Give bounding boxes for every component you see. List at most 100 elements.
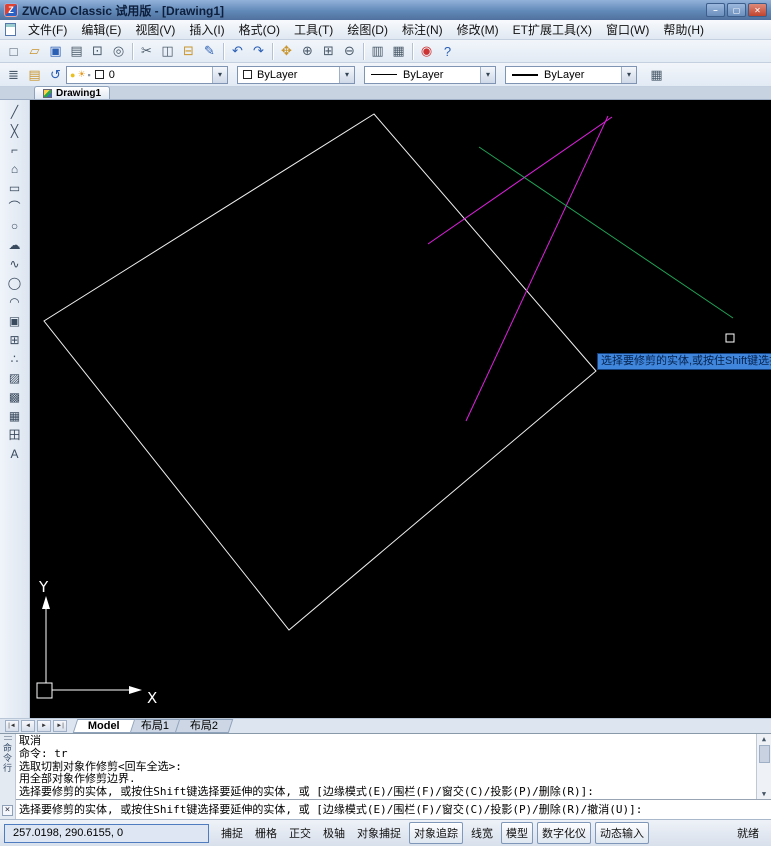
cut-icon[interactable]: ✂ [136, 42, 157, 61]
toggle-polar[interactable]: 极轴 [319, 823, 349, 843]
toggle-lineweight[interactable]: 线宽 [467, 823, 497, 843]
drawing-canvas[interactable]: YX 选择要修剪的实体,或按住Shift键选择要 [30, 100, 771, 718]
menu-draw[interactable]: 绘图(D) [340, 19, 395, 40]
print-preview-icon[interactable]: ⊡ [87, 42, 108, 61]
line-icon[interactable]: ╱ [3, 102, 27, 121]
chevron-down-icon[interactable]: ▾ [621, 67, 636, 83]
tab-model[interactable]: Model [73, 719, 135, 733]
paste-icon[interactable]: ⊟ [178, 42, 199, 61]
new-icon[interactable]: □ [3, 42, 24, 61]
menu-tools[interactable]: 工具(T) [287, 19, 340, 40]
arc-icon[interactable]: ⌒ [3, 197, 27, 216]
find-icon[interactable]: ◎ [108, 42, 129, 61]
region-icon[interactable]: ▦ [3, 406, 27, 425]
lineweight-settings-icon[interactable]: ▦ [646, 65, 667, 84]
construction-line-icon[interactable]: ╳ [3, 121, 27, 140]
zoom-previous-icon[interactable]: ⊖ [339, 42, 360, 61]
document-icon[interactable] [5, 23, 16, 36]
undo-icon[interactable]: ↶ [227, 42, 248, 61]
toggle-dyn-input[interactable]: 动态输入 [595, 822, 649, 844]
online-icon[interactable]: ◉ [416, 42, 437, 61]
design-center-icon[interactable]: ▦ [388, 42, 409, 61]
command-panel-titlebar[interactable]: 命令行 × [0, 734, 16, 819]
ellipse-icon[interactable]: ◯ [3, 273, 27, 292]
close-icon[interactable]: × [2, 805, 13, 816]
zoom-realtime-icon[interactable]: ⊕ [297, 42, 318, 61]
maximize-button[interactable]: ▢ [727, 3, 746, 17]
properties-icon[interactable]: ▥ [367, 42, 388, 61]
lineweight-value: ByLayer [544, 69, 584, 81]
menu-et-tools[interactable]: ET扩展工具(X) [506, 19, 599, 40]
menu-modify[interactable]: 修改(M) [450, 19, 506, 40]
make-block-icon[interactable]: ⊞ [3, 330, 27, 349]
gradient-icon[interactable]: ▩ [3, 387, 27, 406]
drag-grip-icon[interactable] [4, 736, 12, 740]
menu-edit[interactable]: 编辑(E) [74, 19, 128, 40]
linetype-dropdown[interactable]: ByLayer ▾ [364, 66, 496, 84]
zoom-window-icon[interactable]: ⊞ [318, 42, 339, 61]
menu-file[interactable]: 文件(F) [21, 19, 74, 40]
layer-previous-icon[interactable]: ↺ [45, 65, 66, 84]
tab-scroll-last[interactable]: ►| [53, 720, 67, 732]
layer-properties-icon[interactable]: ≣ [3, 65, 24, 84]
rectangle-icon[interactable]: ▭ [3, 178, 27, 197]
table-icon[interactable]: 田 [3, 425, 27, 444]
menu-window[interactable]: 窗口(W) [599, 19, 656, 40]
layer-on-icon[interactable]: ● [70, 70, 75, 80]
toggle-model[interactable]: 模型 [501, 822, 533, 844]
toggle-tablet[interactable]: 数字化仪 [537, 822, 591, 844]
tab-scroll-prev[interactable]: ◄ [21, 720, 35, 732]
tab-layout2[interactable]: 布局2 [175, 719, 234, 733]
menu-format[interactable]: 格式(O) [232, 19, 287, 40]
menu-help[interactable]: 帮助(H) [656, 19, 711, 40]
menu-dimension[interactable]: 标注(N) [395, 19, 450, 40]
layer-lock-icon[interactable]: ▪ [88, 70, 91, 80]
toggle-ortho[interactable]: 正交 [285, 823, 315, 843]
scroll-up-icon[interactable]: ▲ [762, 734, 766, 744]
scroll-down-icon[interactable]: ▼ [762, 789, 766, 799]
layer-states-icon[interactable]: ▤ [24, 65, 45, 84]
hatch-icon[interactable]: ▨ [3, 368, 27, 387]
insert-block-icon[interactable]: ▣ [3, 311, 27, 330]
window-controls: – ▢ ✕ [706, 3, 767, 17]
toggle-snap[interactable]: 捕捉 [217, 823, 247, 843]
open-icon[interactable]: ▱ [24, 42, 45, 61]
toggle-grid[interactable]: 栅格 [251, 823, 281, 843]
layer-freeze-icon[interactable]: ☀ [77, 69, 85, 80]
command-history[interactable]: 取消 命令: tr 选取切割对象作修剪<回车全选>: 用全部对象作修剪边界. 选… [16, 734, 756, 799]
copy-icon[interactable]: ◫ [157, 42, 178, 61]
lineweight-dropdown[interactable]: ByLayer ▾ [505, 66, 637, 84]
toggle-otrack[interactable]: 对象追踪 [409, 822, 463, 844]
polygon-icon[interactable]: ⌂ [3, 159, 27, 178]
redo-icon[interactable]: ↷ [248, 42, 269, 61]
command-scrollbar[interactable]: ▲ ▼ [756, 734, 771, 799]
chevron-down-icon[interactable]: ▾ [480, 67, 495, 83]
circle-icon[interactable]: ○ [3, 216, 27, 235]
menu-view[interactable]: 视图(V) [128, 19, 182, 40]
mtext-icon[interactable]: A [3, 444, 27, 463]
save-icon[interactable]: ▣ [45, 42, 66, 61]
tab-scroll-next[interactable]: ► [37, 720, 51, 732]
chevron-down-icon[interactable]: ▾ [339, 67, 354, 83]
tab-scroll-first[interactable]: |◄ [5, 720, 19, 732]
point-icon[interactable]: ∴ [3, 349, 27, 368]
revision-cloud-icon[interactable]: ☁ [3, 235, 27, 254]
polyline-icon[interactable]: ⌐ [3, 140, 27, 159]
match-properties-icon[interactable]: ✎ [199, 42, 220, 61]
print-icon[interactable]: ▤ [66, 42, 87, 61]
color-dropdown[interactable]: ByLayer ▾ [237, 66, 355, 84]
coordinates-display[interactable]: 257.0198, 290.6155, 0 [4, 824, 209, 843]
menu-insert[interactable]: 插入(I) [182, 19, 231, 40]
chevron-down-icon[interactable]: ▾ [212, 67, 227, 83]
ellipse-arc-icon[interactable]: ◠ [3, 292, 27, 311]
close-button[interactable]: ✕ [748, 3, 767, 17]
layer-dropdown[interactable]: ● ☀ ▪ 0 ▾ [66, 66, 228, 84]
tab-drawing1[interactable]: Drawing1 [34, 86, 110, 99]
command-prompt-input[interactable]: 选择要修剪的实体, 或按住Shift键选择要延伸的实体, 或 [边缘模式(E)/… [16, 799, 771, 820]
pan-icon[interactable]: ✥ [276, 42, 297, 61]
toggle-osnap[interactable]: 对象捕捉 [353, 823, 405, 843]
help-icon[interactable]: ? [437, 42, 458, 61]
minimize-button[interactable]: – [706, 3, 725, 17]
scrollbar-thumb[interactable] [759, 745, 770, 763]
spline-icon[interactable]: ∿ [3, 254, 27, 273]
